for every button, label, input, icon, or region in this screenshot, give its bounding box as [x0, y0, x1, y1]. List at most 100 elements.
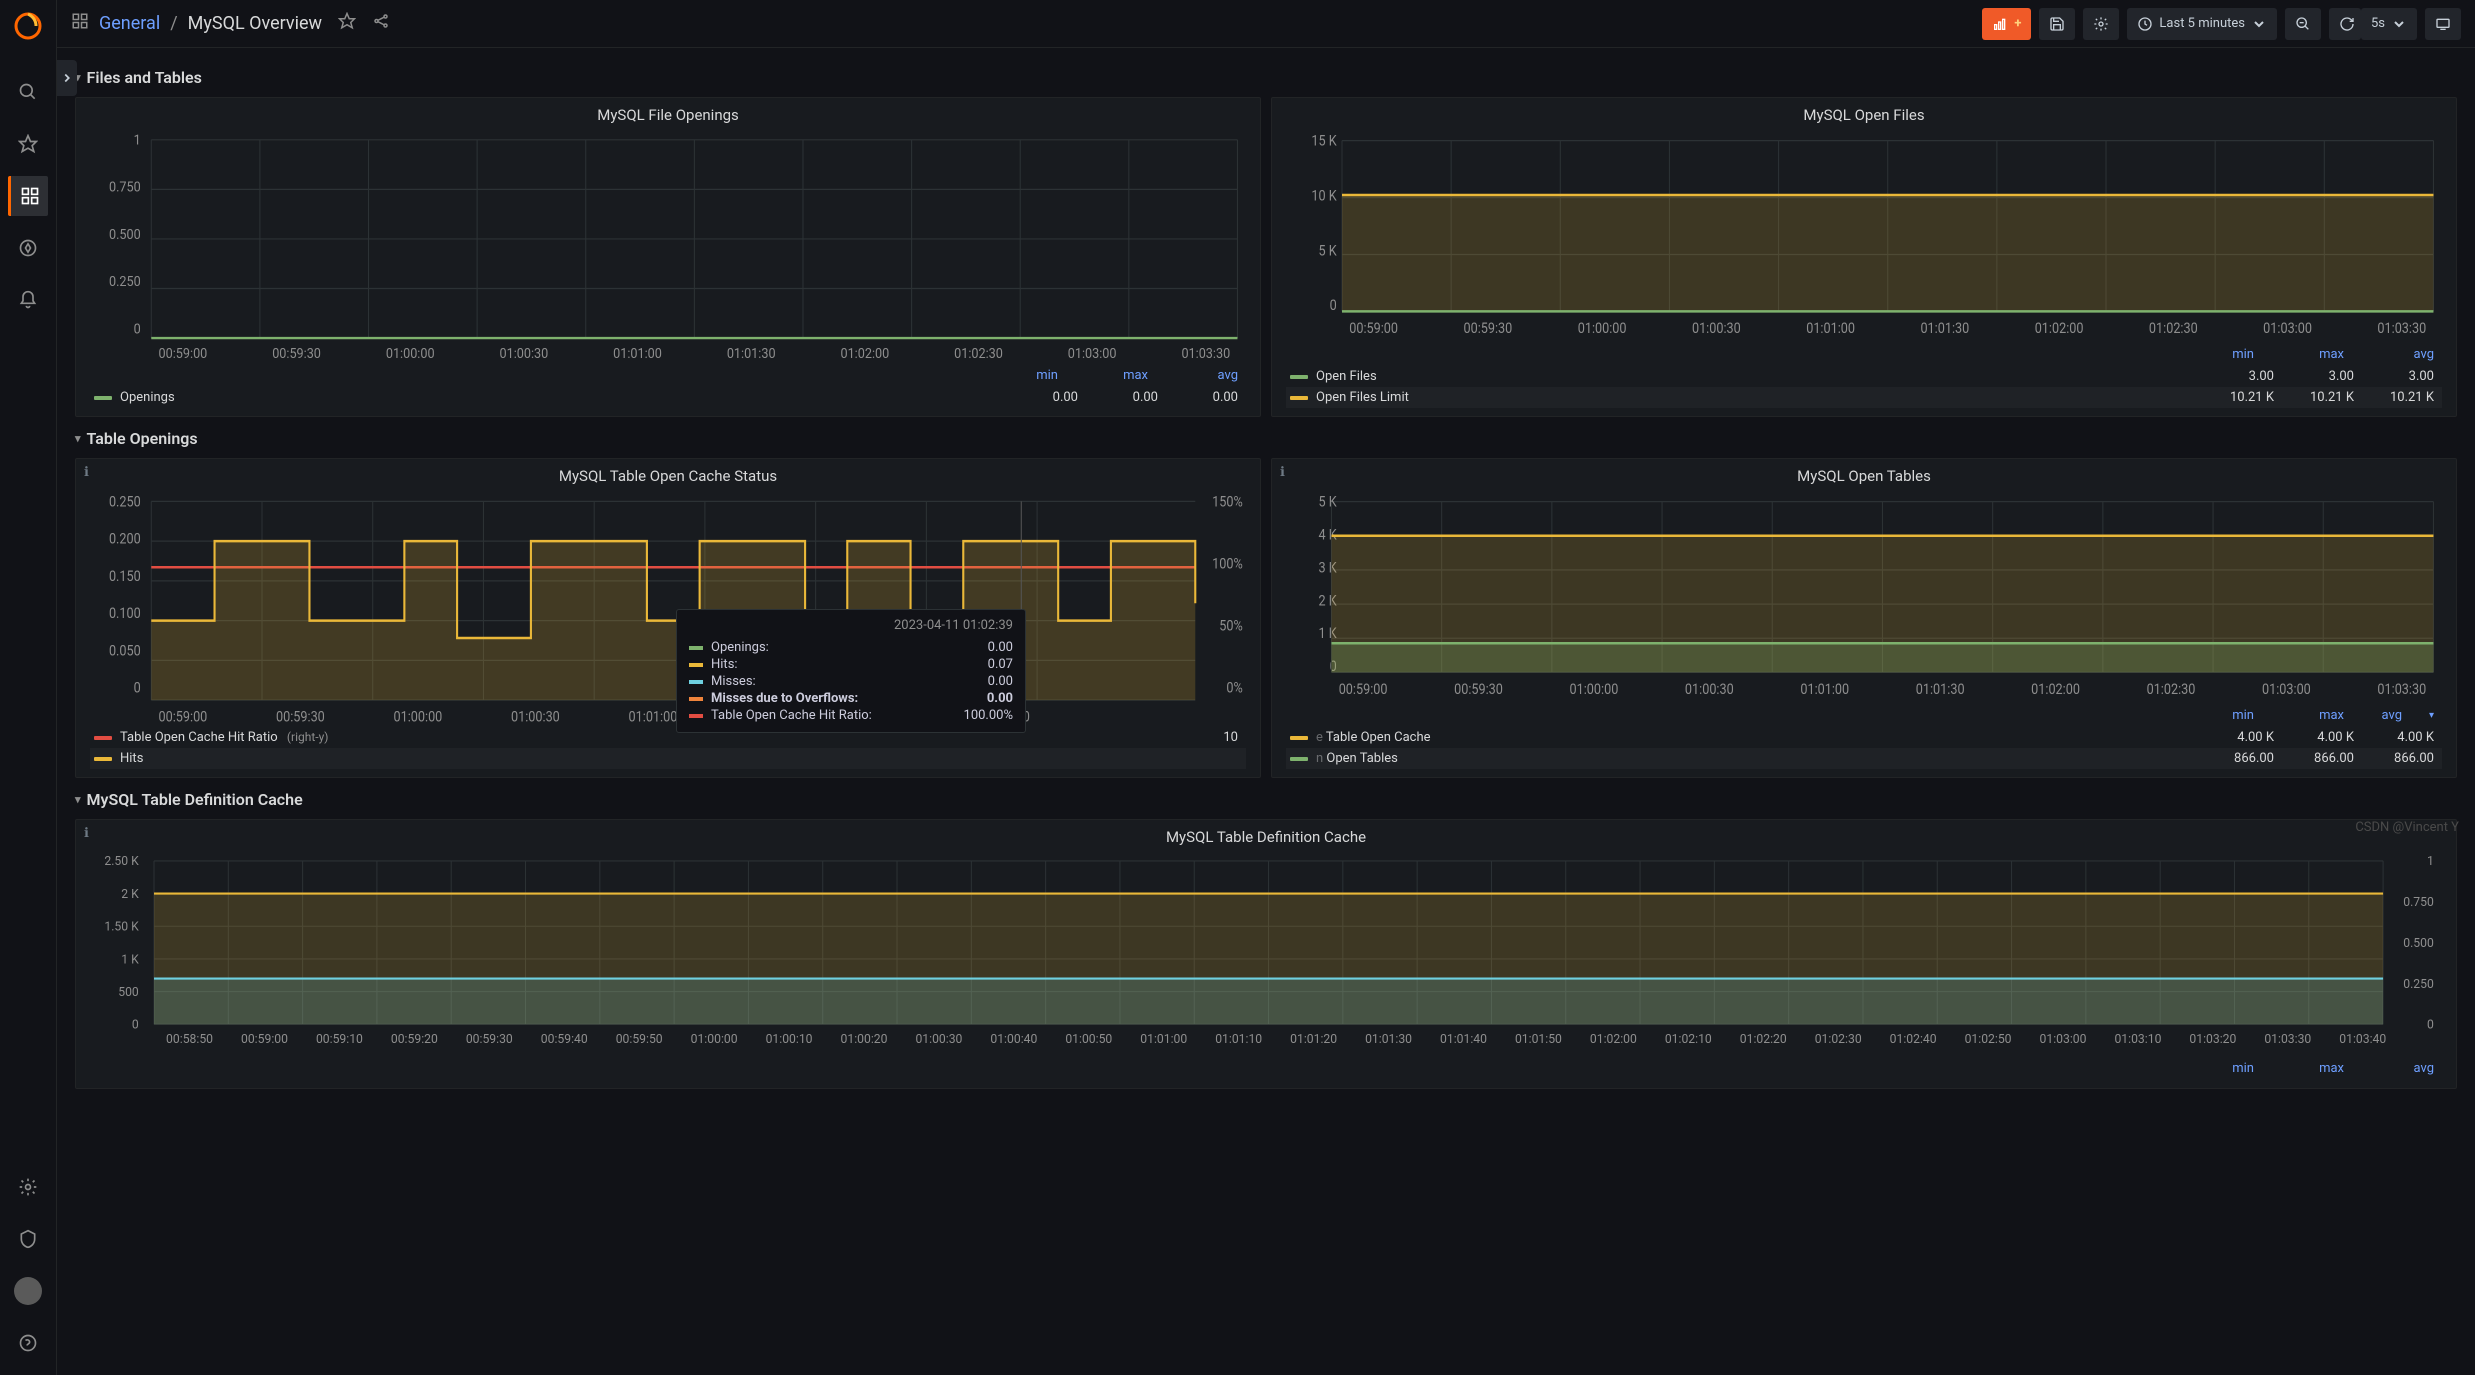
legend-col-avg[interactable]: avg: [2374, 347, 2434, 362]
panel-file-openings[interactable]: MySQL File Openings 00.2500.5000.7501: [75, 97, 1261, 417]
row-title: Table Openings: [87, 429, 198, 448]
settings-button[interactable]: [2083, 8, 2119, 40]
svg-text:01:01:40: 01:01:40: [1440, 1031, 1487, 1047]
legend-row[interactable]: e Table Open Cache 4.00 K 4.00 K 4.00 K: [1286, 727, 2442, 748]
expand-sidebar-icon[interactable]: [57, 60, 77, 96]
svg-text:01:01:30: 01:01:30: [727, 347, 776, 363]
legend-col-min[interactable]: min: [2194, 708, 2254, 723]
svg-text:01:02:00: 01:02:00: [1590, 1031, 1637, 1047]
svg-text:00:59:50: 00:59:50: [616, 1031, 663, 1047]
svg-text:01:01:30: 01:01:30: [1365, 1031, 1412, 1047]
watermark: CSDN @Vincent Y: [2355, 820, 2459, 835]
svg-text:01:00:00: 01:00:00: [386, 347, 435, 363]
dashboards-icon[interactable]: [71, 12, 89, 35]
legend-col-avg[interactable]: avg: [2374, 1061, 2434, 1076]
grafana-logo[interactable]: [12, 10, 44, 42]
svg-text:0.750: 0.750: [109, 180, 141, 196]
explore-icon[interactable]: [8, 228, 48, 268]
row-header-table-openings[interactable]: ▾ Table Openings: [75, 417, 2457, 458]
svg-text:0.250: 0.250: [2403, 976, 2434, 992]
chart-area[interactable]: 01 K2 K3 K4 K5 K 00:59:0000:59:3001:00:0…: [1272, 489, 2456, 704]
save-button[interactable]: [2039, 8, 2075, 40]
legend-col-max[interactable]: max: [2284, 347, 2344, 362]
page-title[interactable]: MySQL Overview: [188, 13, 322, 34]
avatar[interactable]: [8, 1271, 48, 1311]
svg-text:01:03:00: 01:03:00: [2263, 320, 2312, 337]
dashboards-icon[interactable]: [8, 176, 48, 216]
time-range-picker[interactable]: Last 5 minutes: [2127, 8, 2277, 40]
legend-swatch: [1290, 375, 1308, 379]
panel-open-files[interactable]: MySQL Open Files 05 K10 K15 K 00:59: [1271, 97, 2457, 417]
chart-area[interactable]: 05 K10 K15 K 00:59:0000:59:3001:00:0001:…: [1272, 128, 2456, 343]
legend-col-max[interactable]: max: [2284, 1061, 2344, 1076]
info-icon[interactable]: ℹ: [84, 826, 89, 841]
svg-text:0.250: 0.250: [109, 493, 141, 510]
gear-icon[interactable]: [8, 1167, 48, 1207]
legend-col-max[interactable]: max: [2284, 708, 2344, 723]
info-icon[interactable]: ℹ: [84, 465, 89, 480]
help-icon[interactable]: [8, 1323, 48, 1363]
panel-title: MySQL File Openings: [76, 98, 1260, 128]
svg-text:00:59:00: 00:59:00: [1349, 320, 1398, 337]
refresh-interval-picker[interactable]: 5s: [2361, 8, 2417, 40]
svg-text:00:59:20: 00:59:20: [391, 1031, 438, 1047]
zoom-out-button[interactable]: [2285, 8, 2321, 40]
panel-cache-status[interactable]: ℹ MySQL Table Open Cache Status: [75, 458, 1261, 778]
svg-text:00:59:30: 00:59:30: [276, 708, 325, 725]
chevron-down-icon: [2251, 16, 2267, 32]
legend-col-min[interactable]: min: [998, 368, 1058, 383]
legend-col-avg[interactable]: avg▾: [2374, 708, 2434, 723]
svg-text:01:00:00: 01:00:00: [394, 708, 443, 725]
svg-text:5 K: 5 K: [1319, 494, 1337, 511]
svg-text:01:03:00: 01:03:00: [1068, 347, 1117, 363]
svg-text:01:02:10: 01:02:10: [1665, 1031, 1712, 1047]
panel-title: MySQL Table Definition Cache: [76, 820, 2456, 850]
star-icon[interactable]: [8, 124, 48, 164]
chart-area[interactable]: 00.2500.5000.7501 00:59:0000:59:3001:00:…: [76, 128, 1260, 364]
svg-text:0.050: 0.050: [109, 643, 141, 660]
row-header-files-tables[interactable]: ▾ Files and Tables: [75, 56, 2457, 97]
legend-col-min[interactable]: min: [2194, 1061, 2254, 1076]
legend-row[interactable]: Open Files Limit 10.21 K 10.21 K 10.21 K: [1286, 387, 2442, 408]
info-icon[interactable]: ℹ: [1280, 465, 1285, 480]
svg-text:01:00:50: 01:00:50: [1065, 1031, 1112, 1047]
svg-text:1.50 K: 1.50 K: [104, 919, 138, 935]
legend-col-max[interactable]: max: [1088, 368, 1148, 383]
svg-text:01:03:00: 01:03:00: [2040, 1031, 2087, 1047]
legend-row[interactable]: Open Files 3.00 3.00 3.00: [1286, 366, 2442, 387]
svg-text:01:00:30: 01:00:30: [915, 1031, 962, 1047]
legend-col-min[interactable]: min: [2194, 347, 2254, 362]
svg-text:00:59:00: 00:59:00: [159, 708, 208, 725]
svg-text:01:03:30: 01:03:30: [2377, 320, 2426, 337]
legend-col-avg[interactable]: avg: [1178, 368, 1238, 383]
tv-mode-button[interactable]: [2425, 8, 2461, 40]
svg-text:1 K: 1 K: [121, 952, 139, 968]
panel-table-def-cache[interactable]: ℹ MySQL Table Definition Cache: [75, 819, 2457, 1089]
chart-area[interactable]: 05001 K1.50 K2 K2.50 K 00.2500.5000.7501…: [76, 850, 2456, 1057]
legend: min max avg Openings 0.00 0.00 0.00: [76, 364, 1260, 416]
legend-row[interactable]: Openings 0.00 0.00 0.00: [90, 387, 1246, 408]
legend-row[interactable]: n Open Tables 866.00 866.00 866.00: [1286, 748, 2442, 769]
add-panel-button[interactable]: +: [1982, 8, 2031, 40]
svg-text:0.100: 0.100: [109, 605, 141, 622]
refresh-button[interactable]: [2329, 8, 2361, 40]
dashboard-content: ▾ Files and Tables MySQL File Openings: [57, 48, 2475, 1375]
svg-text:0.250: 0.250: [109, 275, 141, 291]
search-icon[interactable]: [8, 72, 48, 112]
legend-row[interactable]: Table Open Cache Hit Ratio (right-y) 10: [90, 727, 1246, 748]
alerting-icon[interactable]: [8, 280, 48, 320]
share-icon[interactable]: [372, 12, 390, 35]
row-header-table-def-cache[interactable]: ▾ MySQL Table Definition Cache: [75, 778, 2457, 819]
legend: Table Open Cache Hit Ratio (right-y) 10 …: [76, 725, 1260, 777]
row-title: Files and Tables: [87, 68, 202, 87]
topbar: General / MySQL Overview +: [57, 0, 2475, 48]
star-icon[interactable]: [338, 12, 356, 35]
breadcrumb-root[interactable]: General: [99, 13, 160, 34]
shield-icon[interactable]: [8, 1219, 48, 1259]
svg-text:15 K: 15 K: [1311, 133, 1337, 150]
panel-open-tables[interactable]: ℹ MySQL Open Tables: [1271, 458, 2457, 778]
svg-text:0.500: 0.500: [2403, 936, 2434, 952]
chart-area[interactable]: 00.0500.1000.1500.2000.250 0%50%100%150%…: [76, 489, 1260, 725]
svg-text:01:00:00: 01:00:00: [1570, 681, 1619, 698]
legend-row[interactable]: Hits: [90, 748, 1246, 769]
